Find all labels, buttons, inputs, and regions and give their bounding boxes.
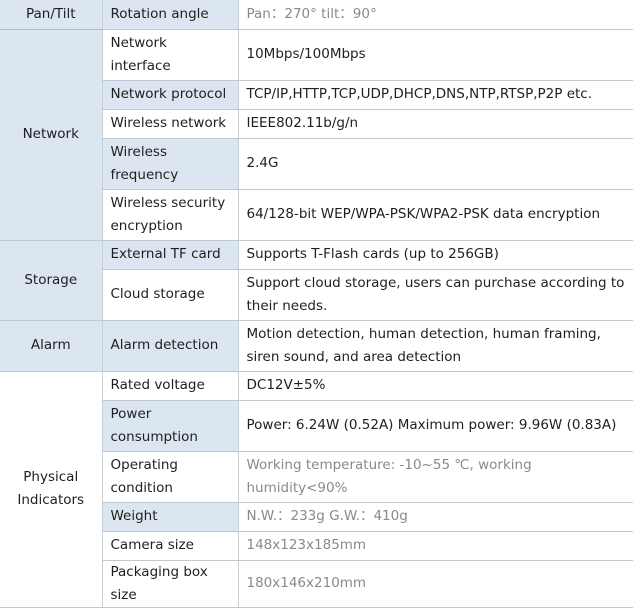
spec-name: Camera size xyxy=(101,531,238,561)
spec-value: Motion detection, human detection, human… xyxy=(237,320,633,372)
spec-value: DC12V±5% xyxy=(237,371,633,401)
spec-name: Power consumption xyxy=(101,400,238,452)
spec-name: Operating condition xyxy=(101,451,238,503)
category-cell: Pan/Tilt xyxy=(0,0,102,30)
spec-value: Supports T-Flash cards (up to 256GB) xyxy=(237,240,633,270)
spec-name: Cloud storage xyxy=(101,269,238,321)
table-row: Storage External TF card Supports T-Flas… xyxy=(0,240,633,321)
category-cell: Physical Indicators xyxy=(0,371,102,608)
spec-value: 2.4G xyxy=(237,138,633,190)
spec-name: Network protocol xyxy=(101,80,238,110)
spec-value: 10Mbps/100Mbps xyxy=(237,29,633,81)
spec-table: Pan/Tilt Rotation angle Pan：270° tilt：90… xyxy=(0,0,633,608)
spec-value: 64/128-bit WEP/WPA-PSK/WPA2-PSK data enc… xyxy=(237,189,633,241)
spec-value: TCP/IP,HTTP,TCP,UDP,DHCP,DNS,NTP,RTSP,P2… xyxy=(237,80,633,110)
spec-name: Wireless frequency xyxy=(101,138,238,190)
spec-name: Alarm detection xyxy=(101,320,238,372)
spec-name: Rated voltage xyxy=(101,371,238,401)
category-cell: Network xyxy=(0,29,102,241)
category-cell: Alarm xyxy=(0,320,102,372)
category-cell: Storage xyxy=(0,240,102,321)
table-row: Pan/Tilt Rotation angle Pan：270° tilt：90… xyxy=(0,0,633,30)
spec-name: Wireless network xyxy=(101,109,238,139)
spec-value: 180x146x210mm xyxy=(237,560,633,608)
spec-value: Power: 6.24W (0.52A) Maximum power: 9.96… xyxy=(237,400,633,452)
spec-name: Rotation angle xyxy=(101,0,238,30)
spec-value: N.W.：233g G.W.：410g xyxy=(237,502,633,532)
table-row: Network Network interface 10Mbps/100Mbps xyxy=(0,29,633,241)
spec-name: Network interface xyxy=(101,29,238,81)
spec-value: Support cloud storage, users can purchas… xyxy=(237,269,633,321)
spec-name: External TF card xyxy=(101,240,238,270)
table-row: Alarm Alarm detection Motion detection, … xyxy=(0,320,633,372)
spec-name: Packaging box size xyxy=(101,560,238,608)
spec-value: 148x123x185mm xyxy=(237,531,633,561)
spec-value: Working temperature: -10~55 ℃, working h… xyxy=(237,451,633,503)
table-row: Physical Indicators Rated voltage DC12V±… xyxy=(0,371,633,608)
spec-name: Wireless security encryption xyxy=(101,189,238,241)
spec-name: Weight xyxy=(101,502,238,532)
spec-value: IEEE802.11b/g/n xyxy=(237,109,633,139)
spec-value: Pan：270° tilt：90° xyxy=(237,0,633,30)
